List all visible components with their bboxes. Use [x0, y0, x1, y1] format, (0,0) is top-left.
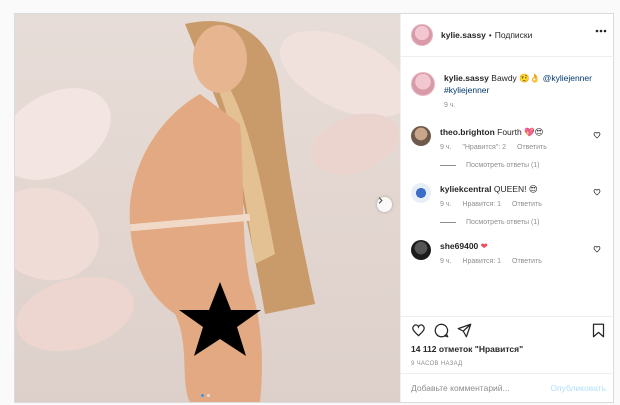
view-replies-button[interactable]: Посмотреть ответы (1)	[440, 219, 605, 226]
comment-composer: Опубликовать	[401, 373, 615, 402]
instagram-post: kylie.sassy • Подписки kylie.sassy Bawdy…	[14, 13, 615, 403]
comment-time: 9 ч.	[440, 201, 452, 208]
hashtag-link[interactable]: #kyliejenner	[444, 85, 489, 95]
share-icon[interactable]	[457, 323, 472, 338]
likes-count[interactable]: 14 112 отметок "Нравится"	[411, 344, 523, 354]
avatar[interactable]	[411, 183, 431, 203]
reply-button[interactable]: Ответить	[512, 258, 542, 265]
separator: •	[488, 30, 492, 40]
comment-item: theo.brighton Fourth 💖😍 9 ч. "Нравится":…	[411, 126, 605, 154]
comment-time: 9 ч.	[440, 258, 452, 265]
caption-time: 9 ч.	[444, 102, 456, 109]
more-icon[interactable]	[595, 29, 607, 33]
view-replies-button[interactable]: Посмотреть ответы (1)	[440, 162, 605, 169]
comment-icon[interactable]	[434, 323, 449, 338]
heart-icon[interactable]	[411, 323, 426, 337]
chevron-right-icon	[378, 197, 383, 204]
follow-status[interactable]: Подписки	[495, 30, 533, 40]
slide-indicator	[201, 394, 210, 397]
comments-list: kylie.sassy Bawdy 🤨👌 @kyliejenner #kylie…	[401, 58, 615, 308]
avatar[interactable]	[411, 240, 431, 260]
comment-time: 9 ч.	[440, 144, 452, 151]
heart-icon[interactable]	[593, 245, 601, 253]
reply-button[interactable]: Ответить	[512, 201, 542, 208]
comment-username[interactable]: she69400	[440, 241, 478, 251]
avatar[interactable]	[411, 24, 433, 46]
heart-icon[interactable]	[593, 131, 601, 139]
reply-button[interactable]: Ответить	[517, 144, 547, 151]
bookmark-icon[interactable]	[592, 323, 605, 338]
author-username[interactable]: kylie.sassy	[441, 30, 486, 40]
comment-text: QUEEN! 😍	[493, 184, 538, 194]
post-photo	[15, 21, 400, 402]
comment-item: she69400 ❤ 9 ч. Нравится: 1 Ответить	[411, 240, 605, 268]
comment-likes[interactable]: "Нравится": 2	[462, 144, 506, 151]
slide-dot	[201, 394, 204, 397]
comment-item: kyliekcentral QUEEN! 😍 9 ч. Нравится: 1 …	[411, 183, 605, 211]
mention-link[interactable]: @kyliejenner	[543, 73, 592, 83]
action-bar	[401, 316, 615, 340]
caption: kylie.sassy Bawdy 🤨👌 @kyliejenner #kylie…	[411, 72, 605, 112]
caption-text: Bawdy 🤨👌	[491, 73, 541, 83]
heart-icon[interactable]	[593, 188, 601, 196]
comment-text: Fourth 💖😍	[497, 127, 544, 137]
caption-username[interactable]: kylie.sassy	[444, 73, 489, 83]
avatar[interactable]	[411, 126, 431, 146]
comment-username[interactable]: theo.brighton	[440, 127, 495, 137]
next-slide-button[interactable]	[377, 197, 392, 212]
comment-likes[interactable]: Нравится: 1	[462, 201, 501, 208]
comment-likes[interactable]: Нравится: 1	[462, 258, 501, 265]
avatar[interactable]	[411, 72, 435, 96]
comment-username[interactable]: kyliekcentral	[440, 184, 492, 194]
post-header: kylie.sassy • Подписки	[401, 14, 615, 57]
comment-input[interactable]	[411, 383, 541, 393]
post-sidebar: kylie.sassy • Подписки kylie.sassy Bawdy…	[400, 14, 615, 402]
slide-dot	[207, 394, 210, 397]
comment-text: ❤	[480, 241, 488, 251]
post-time: 9 ЧАСОВ НАЗАД	[411, 361, 463, 367]
post-image[interactable]	[15, 14, 400, 402]
publish-button[interactable]: Опубликовать	[550, 383, 606, 393]
